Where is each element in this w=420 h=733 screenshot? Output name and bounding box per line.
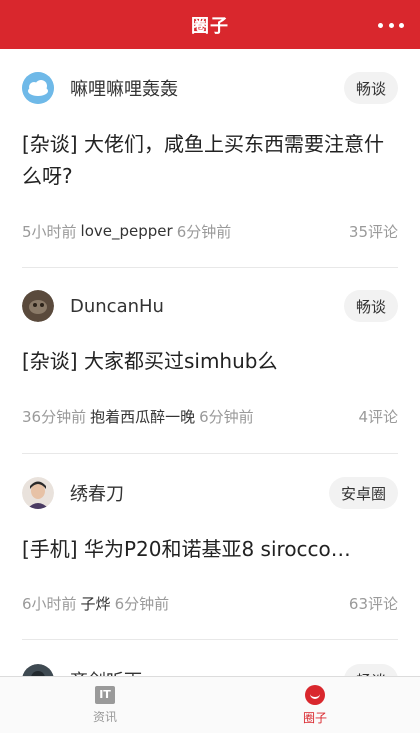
post-meta: 5小时前 love_pepper 6分钟前 35评论 [22,220,398,242]
circle-tag-badge[interactable]: 畅谈 [343,664,398,676]
more-dot [388,22,394,28]
tab-label: 资讯 [92,709,117,724]
post-meta: 6小时前 子烨 6分钟前 63评论 [22,592,398,614]
dark-avatar-icon [22,290,54,322]
last-reply-time: 6分钟前 [199,407,254,426]
user-avatar[interactable] [22,477,54,509]
last-replier[interactable]: love_pepper [81,222,173,240]
post-item[interactable]: 嘛哩嘛哩轰轰 畅谈 [杂谈] 大佬们，咸鱼上买东西需要注意什么呀? 5小时前 l… [0,49,420,268]
bottom-tab-bar: IT 资讯 圈子 [0,676,420,733]
author-name[interactable]: 绣春刀 [70,480,124,506]
user-avatar[interactable] [22,664,54,676]
cloud-avatar-icon [22,72,54,104]
last-reply-time: 6分钟前 [114,594,170,613]
comment-count: 35评论 [348,222,398,241]
more-dot [399,22,404,28]
author-name[interactable]: 嘛哩嘛哩轰轰 [70,75,178,101]
tab-circle[interactable]: 圈子 [210,677,420,733]
page-title: 圈子 [191,15,229,37]
post-item[interactable]: 齐剑听雨 畅谈 [0,640,420,676]
last-replier[interactable]: 子烨 [81,593,111,614]
post-time: 5小时前 [22,222,77,241]
post-author-row: 齐剑听雨 畅谈 [22,660,398,676]
last-replier[interactable]: 抱着西瓜醉一晚 [90,406,195,427]
comment-count: 63评论 [348,594,398,613]
user-avatar[interactable] [22,290,54,322]
post-title[interactable]: [杂谈] 大佬们，咸鱼上买东西需要注意什么呀? [22,128,398,192]
post-author-row: DuncanHu 畅谈 [22,286,398,326]
post-author-row: 嘛哩嘛哩轰轰 畅谈 [22,68,398,108]
circle-tag-badge[interactable]: 畅谈 [343,72,398,104]
tab-label: 圈子 [302,710,327,725]
top-app-bar: 圈子 [0,0,420,49]
more-icon[interactable] [374,12,408,38]
post-meta: 36分钟前 抱着西瓜醉一晚 6分钟前 4评论 [22,405,398,427]
tab-news[interactable]: IT 资讯 [0,677,210,733]
dark-avatar-icon [22,664,54,676]
comment-count: 4评论 [358,407,398,426]
post-title[interactable]: [杂谈] 大家都买过simhub么 [22,345,398,377]
last-reply-time: 6分钟前 [176,222,232,241]
post-item[interactable]: 绣春刀 安卓圈 [手机] 华为P20和诺基亚8 sirocco… 6小时前 子烨… [0,454,420,640]
post-time: 36分钟前 [22,407,87,426]
circle-tag-badge[interactable]: 畅谈 [343,290,398,322]
portrait-avatar-icon [22,477,54,509]
more-dot [378,22,383,28]
post-title[interactable]: [手机] 华为P20和诺基亚8 sirocco… [22,533,398,565]
it-icon: IT [95,685,115,704]
circle-tag-badge[interactable]: 安卓圈 [328,477,398,509]
post-author-row: 绣春刀 安卓圈 [22,473,398,513]
author-name[interactable]: DuncanHu [70,296,164,317]
circle-icon [305,684,325,705]
author-name[interactable]: 齐剑听雨 [70,667,142,676]
post-time: 6小时前 [22,594,77,613]
user-avatar[interactable] [22,72,54,104]
post-feed[interactable]: 嘛哩嘛哩轰轰 畅谈 [杂谈] 大佬们，咸鱼上买东西需要注意什么呀? 5小时前 l… [0,49,420,676]
post-item[interactable]: DuncanHu 畅谈 [杂谈] 大家都买过simhub么 36分钟前 抱着西瓜… [0,268,420,454]
